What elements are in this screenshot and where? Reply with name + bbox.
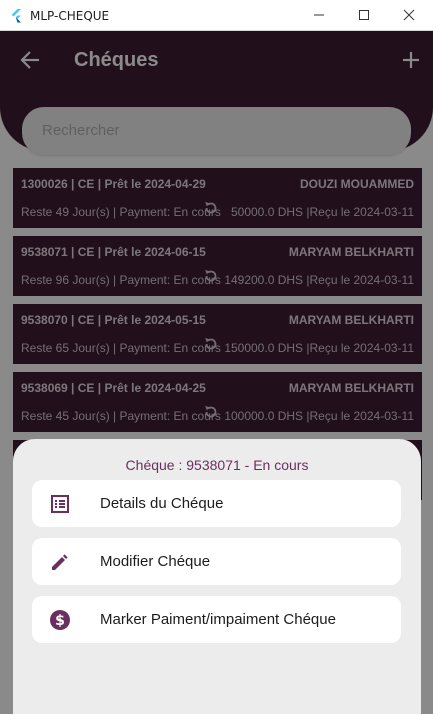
details-cheque-option[interactable]: Details du Chéque [32,480,401,527]
option-label: Marker Paiment/impaiment Chéque [100,611,336,628]
option-label: Details du Chéque [100,495,224,512]
mark-payment-option[interactable]: $ Marker Paiment/impaiment Chéque [32,596,401,643]
app-content: Chéques Rechercher 1300026 | CE | Prêt l… [0,31,433,714]
option-label: Modifier Chéque [100,553,211,570]
pencil-icon [52,554,68,570]
close-button[interactable] [387,0,432,31]
maximize-icon [359,10,369,20]
sheet-title: Chéque : 9538071 - En cours [125,457,309,473]
minimize-button[interactable] [297,0,342,31]
maximize-button[interactable] [342,0,387,31]
window-title: MLP-CHEQUE [30,9,110,23]
flutter-logo-icon [11,9,21,23]
edit-cheque-option[interactable]: Modifier Chéque [32,538,401,585]
svg-text:$: $ [55,613,65,629]
window-titlebar: MLP-CHEQUE [0,0,433,31]
list-details-icon [51,495,69,513]
dollar-circle-icon: $ [50,610,70,630]
close-icon [403,9,415,21]
action-bottom-sheet: Chéque : 9538071 - En cours Details du C… [13,439,421,714]
minimize-icon [314,14,324,16]
